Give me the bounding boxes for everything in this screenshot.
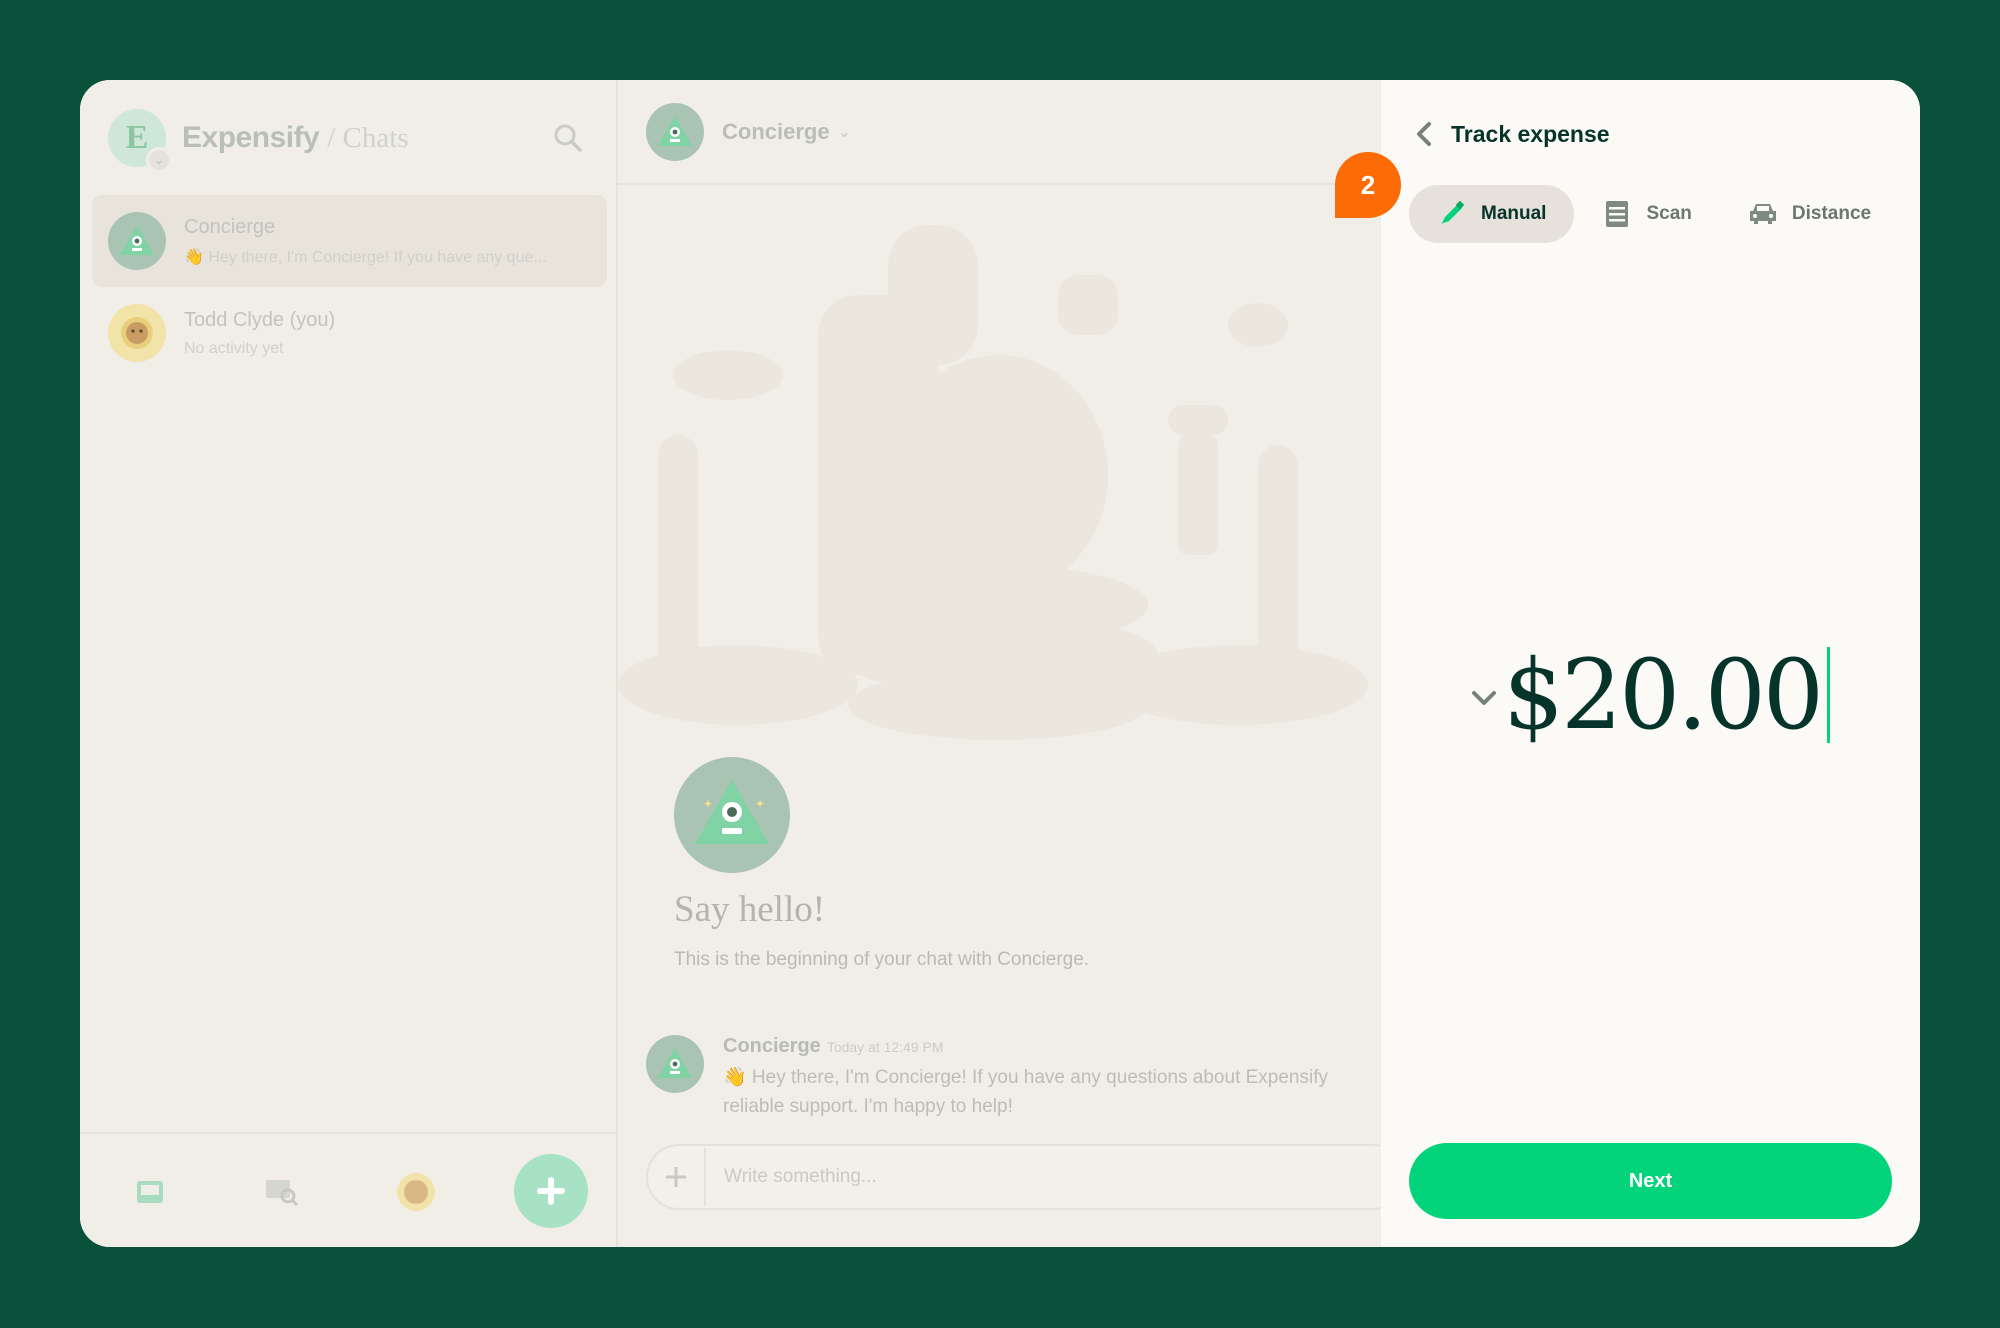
- tab-manual[interactable]: Manual: [1409, 185, 1575, 243]
- search-expenses-icon[interactable]: [262, 1172, 302, 1212]
- app-backdrop: E ⌄ Expensify / Chats Concierge 👋 Hey th…: [80, 80, 1406, 1247]
- track-expense-panel: Track expense Manual Scan Distance $20.0…: [1381, 80, 1920, 1247]
- panel-title: Track expense: [1451, 120, 1610, 147]
- background-illustration: [618, 225, 1368, 740]
- composer: Write something...: [646, 1144, 1406, 1210]
- step-number: 2: [1360, 169, 1376, 200]
- account-avatar[interactable]: [396, 1172, 436, 1212]
- receipt-icon: [1602, 199, 1632, 229]
- message-author: Concierge Today at 12:49 PM: [723, 1035, 944, 1058]
- workspace-logo[interactable]: E ⌄: [108, 109, 172, 173]
- amount-field[interactable]: $20.00: [1469, 639, 1830, 751]
- tab-label: Distance: [1791, 203, 1872, 224]
- bottom-tab-bar: [80, 1132, 618, 1247]
- chat-title: Concierge: [722, 118, 830, 144]
- message-line: reliable support. I'm happy to help!: [723, 1096, 1013, 1117]
- sidebar-header: E ⌄ Expensify / Chats: [108, 108, 598, 173]
- message-input[interactable]: Write something...: [724, 1166, 877, 1188]
- hello-subtitle: This is the beginning of your chat with …: [674, 949, 1090, 970]
- attach-plus-icon[interactable]: [648, 1148, 706, 1206]
- pencil-icon: [1437, 199, 1467, 229]
- author-name: Concierge: [723, 1035, 821, 1057]
- tab-label: Manual: [1481, 203, 1547, 224]
- chat-name: Todd Clyde (you): [184, 308, 336, 331]
- sidebar: E ⌄ Expensify / Chats Concierge 👋 Hey th…: [80, 80, 618, 1247]
- app-window: E ⌄ Expensify / Chats Concierge 👋 Hey th…: [80, 80, 1920, 1247]
- svg-text:✦: ✦: [703, 797, 713, 811]
- tab-distance[interactable]: Distance: [1720, 185, 1899, 243]
- concierge-avatar: [108, 212, 166, 270]
- text-cursor: [1826, 647, 1830, 743]
- chat-preview: 👋 Hey there, I'm Concierge! If you have …: [184, 248, 547, 266]
- amount-value[interactable]: $20.00: [1503, 639, 1824, 751]
- next-button[interactable]: Next: [1409, 1143, 1892, 1219]
- chat-name: Concierge: [184, 215, 276, 238]
- step-badge: 2: [1335, 152, 1401, 218]
- chat-header[interactable]: Concierge ⌄: [618, 80, 1381, 185]
- panel-header: Track expense: [1409, 112, 1610, 156]
- inbox-icon[interactable]: [130, 1172, 170, 1212]
- chat-list-item-concierge[interactable]: Concierge 👋 Hey there, I'm Concierge! If…: [92, 195, 607, 287]
- plus-icon: [537, 1177, 565, 1205]
- message-time: Today at 12:49 PM: [826, 1039, 944, 1055]
- chat-preview: No activity yet: [184, 339, 284, 357]
- concierge-large-avatar: ✦ ✦: [674, 757, 790, 873]
- hello-title: Say hello!: [674, 889, 826, 930]
- message-body: 👋 Hey there, I'm Concierge! If you have …: [723, 1063, 1381, 1121]
- message-avatar: [646, 1035, 704, 1093]
- search-icon[interactable]: [552, 122, 584, 154]
- concierge-avatar: [646, 102, 704, 161]
- message-line: 👋 Hey there, I'm Concierge! If you have …: [723, 1067, 1328, 1088]
- chevron-down-icon: ⌄: [837, 123, 851, 141]
- currency-chevron-down-icon[interactable]: [1469, 683, 1499, 713]
- tab-scan[interactable]: Scan: [1574, 185, 1719, 243]
- chat-area: Concierge ⌄ ✦ ✦ Say hello! This is the b…: [618, 80, 1406, 1247]
- brand-name: Expensify: [182, 121, 320, 154]
- tab-label: Scan: [1646, 203, 1692, 224]
- user-avatar: [108, 304, 166, 362]
- create-button[interactable]: [514, 1154, 588, 1228]
- section-name: / Chats: [327, 121, 409, 154]
- chevron-down-icon: ⌄: [146, 147, 172, 173]
- back-arrow-icon[interactable]: [1409, 119, 1439, 149]
- car-icon: [1748, 199, 1778, 229]
- chat-list-item-todd[interactable]: Todd Clyde (you) No activity yet: [92, 287, 607, 379]
- svg-text:✦: ✦: [755, 797, 765, 811]
- expensify-logo-icon: E: [125, 119, 149, 156]
- expense-type-tabs: Manual Scan Distance: [1409, 185, 1899, 243]
